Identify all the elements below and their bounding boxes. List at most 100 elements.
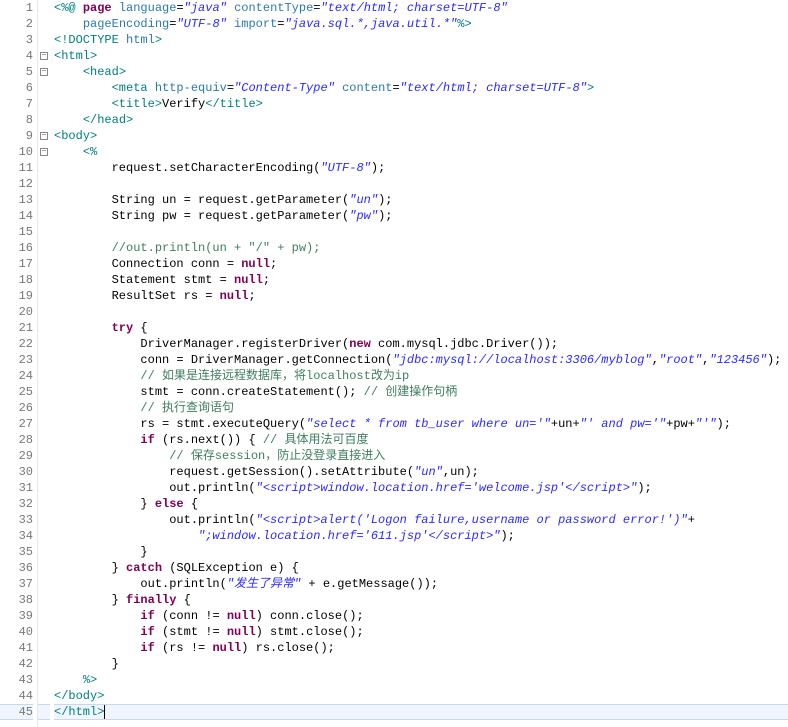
fold-cell — [38, 672, 50, 688]
code-line[interactable]: } — [54, 656, 788, 672]
code-token: String un = request.getParameter( — [54, 193, 349, 207]
code-line[interactable]: if (rs != null) rs.close(); — [54, 640, 788, 656]
code-token: Connection conn = — [54, 257, 241, 271]
fold-cell — [38, 592, 50, 608]
code-line[interactable]: ResultSet rs = null; — [54, 288, 788, 304]
fold-cell — [38, 576, 50, 592]
fold-cell — [38, 80, 50, 96]
code-token: = — [227, 81, 234, 95]
fold-toggle-icon[interactable]: − — [40, 148, 48, 156]
code-line[interactable]: } — [54, 544, 788, 560]
code-token: if — [140, 625, 154, 639]
code-line[interactable]: <% — [54, 144, 788, 160]
code-line[interactable]: ";window.location.href='611.jsp'</script… — [54, 528, 788, 544]
fold-toggle-icon[interactable]: − — [40, 132, 48, 140]
line-number: 14 — [0, 208, 33, 224]
code-line[interactable]: </body> — [54, 688, 788, 704]
fold-cell — [38, 160, 50, 176]
fold-cell — [38, 352, 50, 368]
code-line[interactable]: out.println("发生了异常" + e.getMessage()); — [54, 576, 788, 592]
code-token: rs = stmt.executeQuery( — [54, 417, 306, 431]
code-line[interactable]: conn = DriverManager.getConnection("jdbc… — [54, 352, 788, 368]
line-number: 17 — [0, 256, 33, 272]
code-line[interactable]: // 执行查询语句 — [54, 400, 788, 416]
code-line[interactable]: out.println("<script>window.location.hre… — [54, 480, 788, 496]
code-token — [54, 321, 112, 335]
code-line[interactable] — [54, 304, 788, 320]
code-token: "root" — [659, 353, 702, 367]
line-number: 36 — [0, 560, 33, 576]
code-line[interactable]: // 保存session，防止没登录直接进入 — [54, 448, 788, 464]
code-token: = — [393, 81, 400, 95]
code-token: page — [83, 1, 119, 15]
code-token: null — [220, 289, 249, 303]
code-line[interactable]: stmt = conn.createStatement(); // 创建操作句柄 — [54, 384, 788, 400]
code-line[interactable]: String pw = request.getParameter("pw"); — [54, 208, 788, 224]
fold-cell — [38, 384, 50, 400]
fold-toggle-icon[interactable]: − — [40, 52, 48, 60]
code-token: // 创建操作句柄 — [364, 385, 458, 399]
line-number: 22 — [0, 336, 33, 352]
code-token: </html> — [54, 705, 104, 719]
code-line[interactable]: <html> — [54, 48, 788, 64]
code-line[interactable]: <%@ page language="java" contentType="te… — [54, 0, 788, 16]
code-area[interactable]: <%@ page language="java" contentType="te… — [50, 0, 788, 727]
code-token — [54, 673, 83, 687]
code-token: ) conn.close(); — [256, 609, 364, 623]
code-line[interactable]: <title>Verify</title> — [54, 96, 788, 112]
line-number: 10 — [0, 144, 33, 160]
line-number: 4 — [0, 48, 33, 64]
code-line[interactable]: %> — [54, 672, 788, 688]
code-token: conn = DriverManager.getConnection( — [54, 353, 392, 367]
fold-toggle-icon[interactable]: − — [40, 68, 48, 76]
code-line[interactable]: DriverManager.registerDriver(new com.mys… — [54, 336, 788, 352]
code-line[interactable]: String un = request.getParameter("un"); — [54, 192, 788, 208]
fold-cell: − — [38, 144, 50, 160]
code-token: ResultSet rs = — [54, 289, 220, 303]
code-token: </head> — [83, 113, 133, 127]
code-line[interactable]: Connection conn = null; — [54, 256, 788, 272]
code-token: Statement stmt = — [54, 273, 234, 287]
code-line[interactable]: if (rs.next()) { // 具体用法可百度 — [54, 432, 788, 448]
code-line[interactable]: <meta http-equiv="Content-Type" content=… — [54, 80, 788, 96]
code-line[interactable]: request.setCharacterEncoding("UTF-8"); — [54, 160, 788, 176]
code-token: DriverManager.registerDriver( — [54, 337, 349, 351]
code-token: "发生了异常" — [227, 577, 301, 591]
line-number: 19 — [0, 288, 33, 304]
code-token: null — [234, 273, 263, 287]
code-token: <!DOCTYPE — [54, 33, 126, 47]
code-line[interactable]: pageEncoding="UTF-8" import="java.sql.*,… — [54, 16, 788, 32]
code-line[interactable]: } finally { — [54, 592, 788, 608]
code-token: //out.println(un + "/" + pw); — [112, 241, 321, 255]
code-line[interactable]: out.println("<script>alert('Logon failur… — [54, 512, 788, 528]
code-token: </body> — [54, 689, 104, 703]
code-line[interactable]: <body> — [54, 128, 788, 144]
code-line[interactable]: } catch (SQLException e) { — [54, 560, 788, 576]
code-line[interactable]: </head> — [54, 112, 788, 128]
code-line[interactable]: <head> — [54, 64, 788, 80]
code-line[interactable]: </html> — [54, 704, 788, 720]
code-token: ) rs.close(); — [241, 641, 335, 655]
code-token — [54, 241, 112, 255]
code-line[interactable]: if (stmt != null) stmt.close(); — [54, 624, 788, 640]
code-line[interactable]: try { — [54, 320, 788, 336]
code-line[interactable]: rs = stmt.executeQuery("select * from tb… — [54, 416, 788, 432]
code-line[interactable] — [54, 176, 788, 192]
code-line[interactable]: //out.println(un + "/" + pw); — [54, 240, 788, 256]
editor-root: 1234567891011121314151617181920212223242… — [0, 0, 788, 727]
code-line[interactable]: <!DOCTYPE html> — [54, 32, 788, 48]
code-line[interactable]: } else { — [54, 496, 788, 512]
code-token: ); — [717, 417, 731, 431]
code-line[interactable]: // 如果是连接远程数据库，将localhost改为ip — [54, 368, 788, 384]
code-line[interactable]: request.getSession().setAttribute("un",u… — [54, 464, 788, 480]
code-token: ; — [248, 289, 255, 303]
code-token: ,un); — [443, 465, 479, 479]
code-line[interactable]: Statement stmt = null; — [54, 272, 788, 288]
code-line[interactable] — [54, 224, 788, 240]
code-token — [54, 369, 140, 383]
fold-cell — [38, 496, 50, 512]
code-token: out.println( — [54, 513, 256, 527]
fold-cell — [38, 272, 50, 288]
code-line[interactable]: if (conn != null) conn.close(); — [54, 608, 788, 624]
code-token: ); — [500, 529, 514, 543]
